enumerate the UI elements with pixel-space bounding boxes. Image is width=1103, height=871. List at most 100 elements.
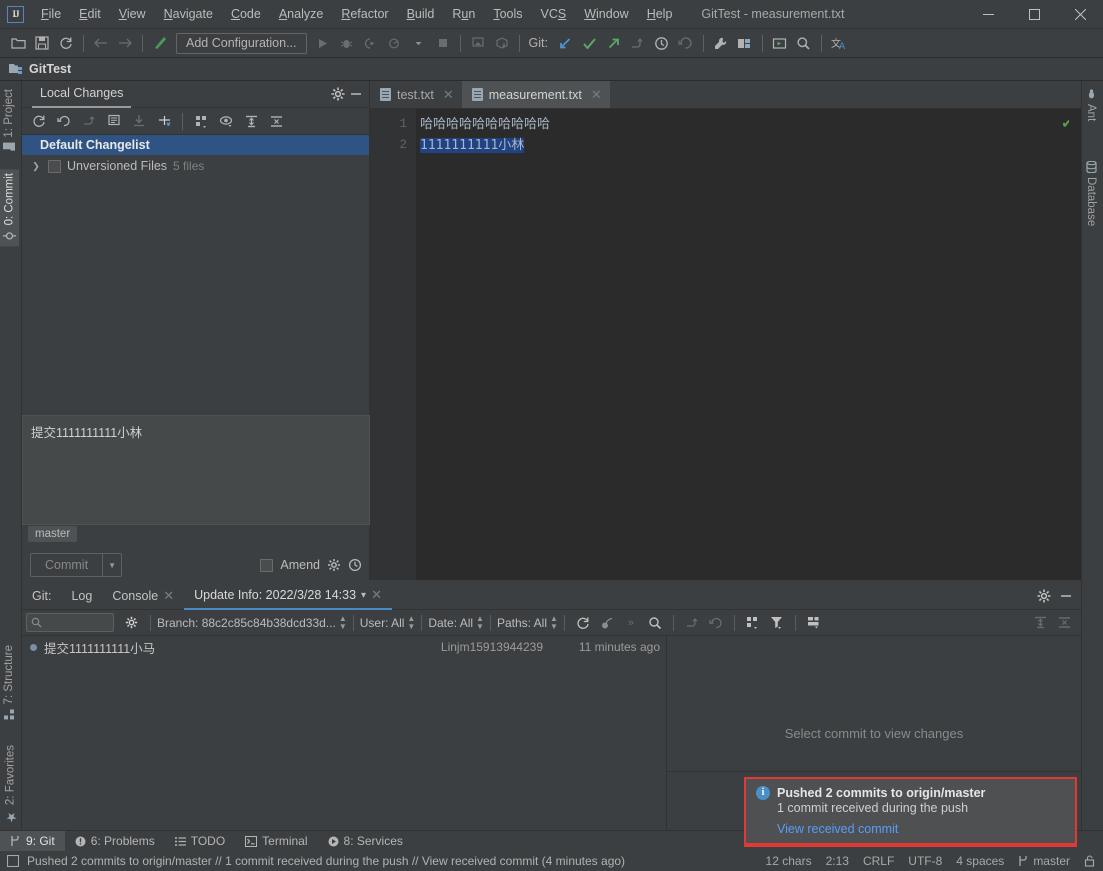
collapse-all-icon[interactable] <box>265 110 287 132</box>
minimize-button[interactable] <box>965 0 1011 29</box>
cherry-pick-icon[interactable] <box>596 612 618 634</box>
menu-navigate[interactable]: Navigate <box>155 3 222 25</box>
code-area[interactable]: 1 2 哈哈哈哈哈哈哈哈哈哈 1111111111小林 ✔ <box>370 109 1081 580</box>
editor-scrollbar[interactable] <box>1069 109 1081 580</box>
changes-list-area[interactable] <box>22 177 369 425</box>
diff-icon[interactable] <box>103 110 125 132</box>
tab-console[interactable]: Console ✕ <box>102 583 184 610</box>
menu-code[interactable]: Code <box>222 3 270 25</box>
spinner-icon[interactable]: ▲ ▼ <box>550 614 558 631</box>
menu-tools[interactable]: Tools <box>484 3 531 25</box>
menu-refactor[interactable]: Refactor <box>332 3 397 25</box>
resolve-conflicts-icon[interactable] <box>153 110 175 132</box>
tab-log[interactable]: Log <box>61 583 102 610</box>
commit-dropdown-button[interactable]: ▼ <box>103 553 123 577</box>
open-folder-icon[interactable] <box>7 32 29 54</box>
group-by-icon[interactable] <box>190 110 212 132</box>
status-message[interactable]: Pushed 2 commits to origin/master // 1 c… <box>27 854 625 868</box>
lock-icon[interactable] <box>1084 855 1095 867</box>
profile-icon[interactable] <box>384 32 406 54</box>
minimize-icon[interactable] <box>349 87 363 101</box>
stop-icon[interactable] <box>432 32 454 54</box>
changes-expand-all-icon[interactable] <box>1029 612 1051 634</box>
table-row[interactable]: 提交1111111111小马 Linjm15913944239 11 minut… <box>22 636 666 658</box>
close-button[interactable] <box>1057 0 1103 29</box>
spinner-icon[interactable]: ▲ ▼ <box>476 614 484 631</box>
filter-date[interactable]: Date: All ▲ ▼ <box>428 614 484 631</box>
update-project-box-icon[interactable] <box>491 32 513 54</box>
close-icon[interactable]: ✕ <box>371 587 382 603</box>
sidebar-item-database[interactable]: Database <box>1082 157 1100 230</box>
debug-icon[interactable] <box>336 32 358 54</box>
search-everywhere-icon[interactable] <box>793 32 815 54</box>
revert-icon[interactable] <box>705 612 727 634</box>
commit-history-icon[interactable] <box>348 558 362 572</box>
settings-wrench-icon[interactable] <box>710 32 732 54</box>
status-caret-position[interactable]: 2:13 <box>826 854 849 868</box>
code-line-2[interactable]: 1111111111小林 <box>420 135 1055 156</box>
update-project-icon[interactable] <box>555 32 577 54</box>
chevron-right-icon[interactable]: ❯ <box>30 161 42 172</box>
refresh-icon[interactable] <box>28 110 50 132</box>
filter-icon[interactable] <box>766 612 788 634</box>
amend-checkbox[interactable] <box>260 558 274 572</box>
push-notification-balloon[interactable]: i Pushed 2 commits to origin/master 1 co… <box>744 777 1077 845</box>
save-all-icon[interactable] <box>31 32 53 54</box>
status-line-separator[interactable]: CRLF <box>863 854 894 868</box>
menu-file[interactable]: FFileile <box>32 3 70 25</box>
project-structure-icon[interactable] <box>734 32 756 54</box>
menu-edit[interactable]: Edit <box>70 3 110 25</box>
push-icon[interactable] <box>603 32 625 54</box>
run-configuration-selector[interactable]: Add Configuration... <box>176 32 307 54</box>
menu-build[interactable]: Build <box>398 3 444 25</box>
commit-options-gear-icon[interactable] <box>327 558 341 572</box>
code-lines[interactable]: 哈哈哈哈哈哈哈哈哈哈 1111111111小林 <box>420 114 1055 156</box>
menu-run[interactable]: Run <box>443 3 484 25</box>
branch-merge-icon[interactable] <box>627 32 649 54</box>
menu-view[interactable]: View <box>110 3 155 25</box>
menu-help[interactable]: Help <box>638 3 682 25</box>
history-icon[interactable] <box>651 32 673 54</box>
navigate-forward-icon[interactable] <box>114 32 136 54</box>
sidebar-item-project[interactable]: 1: Project <box>0 85 18 156</box>
status-encoding[interactable]: UTF-8 <box>908 854 942 868</box>
run-icon[interactable] <box>312 32 334 54</box>
preview-eye-icon[interactable] <box>215 110 237 132</box>
commit-list[interactable]: 提交1111111111小马 Linjm15913944239 11 minut… <box>22 636 667 830</box>
spinner-icon[interactable]: ▲ ▼ <box>407 614 415 631</box>
rollback-icon[interactable] <box>53 110 75 132</box>
bottom-tab-problems[interactable]: 6: Problems <box>65 831 165 852</box>
changes-collapse-all-icon[interactable] <box>1053 612 1075 634</box>
sidebar-item-ant[interactable]: Ant <box>1082 85 1100 125</box>
close-icon[interactable]: ✕ <box>163 588 174 604</box>
bottom-tab-terminal[interactable]: Terminal <box>235 831 317 852</box>
bottom-tab-services[interactable]: 8: Services <box>318 831 413 852</box>
changelist-header[interactable]: Default Changelist <box>22 135 369 155</box>
tab-local-changes[interactable]: Local Changes <box>32 81 132 108</box>
filter-branch[interactable]: Branch: 88c2c85c84b38dcd33d... ▲ ▼ <box>157 614 347 631</box>
build-hammer-icon[interactable] <box>149 32 171 54</box>
more-actions-icon[interactable]: » <box>620 612 642 634</box>
filter-paths[interactable]: Paths: All ▲ ▼ <box>497 614 558 631</box>
shelve-icon[interactable] <box>78 110 100 132</box>
bottom-tab-todo[interactable]: TODO <box>165 831 235 852</box>
close-icon[interactable]: ✕ <box>443 87 454 103</box>
attach-debugger-icon[interactable] <box>467 32 489 54</box>
minimize-icon[interactable] <box>1059 589 1073 603</box>
bottom-tab-git[interactable]: 9: Git <box>0 830 65 852</box>
status-indent[interactable]: 4 spaces <box>956 854 1004 868</box>
sync-icon[interactable] <box>55 32 77 54</box>
sidebar-item-favorites[interactable]: ★ 2: Favorites <box>0 741 21 828</box>
run-coverage-icon[interactable] <box>360 32 382 54</box>
menu-analyze[interactable]: Analyze <box>270 3 332 25</box>
commit-button[interactable]: Commit <box>30 553 104 577</box>
git-settings-gear-icon[interactable] <box>121 612 143 634</box>
status-branch[interactable]: master <box>1018 854 1070 868</box>
spinner-icon[interactable]: ▲ ▼ <box>339 614 347 631</box>
close-icon[interactable]: ✕ <box>591 87 602 103</box>
commit-check-icon[interactable] <box>579 32 601 54</box>
gear-icon[interactable] <box>1037 589 1051 603</box>
go-to-change-icon[interactable] <box>681 612 703 634</box>
run-anything-icon[interactable] <box>769 32 791 54</box>
filter-user[interactable]: User: All ▲ ▼ <box>360 614 416 631</box>
